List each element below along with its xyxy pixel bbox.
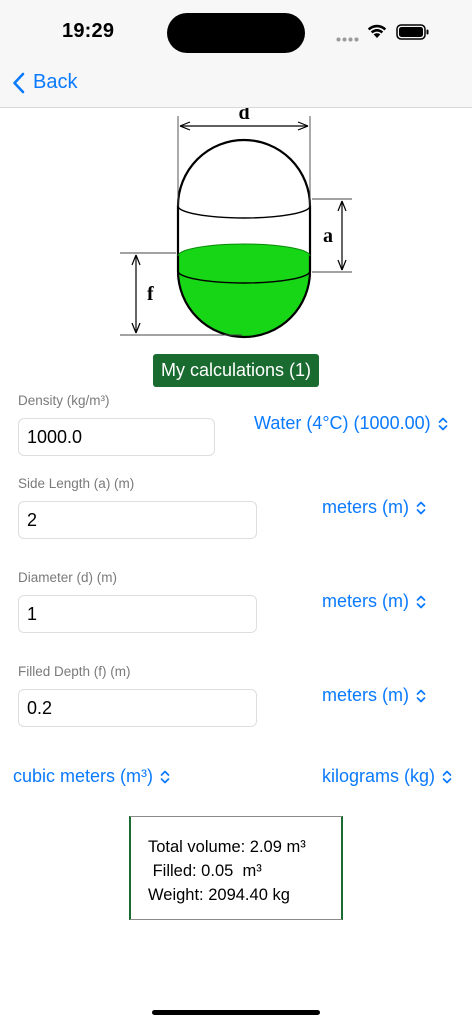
filled-volume-result: Filled: 0.05 m³ bbox=[148, 862, 262, 880]
side-length-unit-select[interactable]: meters (m) bbox=[322, 497, 426, 518]
wifi-icon bbox=[367, 24, 387, 38]
back-label: Back bbox=[33, 71, 78, 93]
side-length-unit-label: meters (m) bbox=[322, 497, 409, 517]
diameter-unit-label: meters (m) bbox=[322, 591, 409, 611]
results-box: Total volume: 2.09 m³ Filled: 0.05 m³ We… bbox=[129, 816, 343, 920]
volume-unit-select[interactable]: cubic meters (m³) bbox=[13, 766, 170, 787]
navigation-bar: Back bbox=[0, 62, 472, 108]
liquid-fill bbox=[178, 244, 310, 337]
home-indicator bbox=[152, 1010, 320, 1015]
density-input[interactable]: 1000.0 bbox=[18, 418, 215, 456]
battery-icon bbox=[396, 24, 429, 40]
diameter-unit-select[interactable]: meters (m) bbox=[322, 591, 426, 612]
diameter-input[interactable]: 1 bbox=[18, 595, 257, 633]
density-unit-label: Water (4°C) (1000.00) bbox=[254, 413, 431, 433]
weight-unit-label: kilograms (kg) bbox=[322, 766, 436, 786]
status-time: 19:29 bbox=[62, 20, 115, 42]
capsule-tank-diagram: d a f bbox=[120, 108, 352, 339]
weight-unit-select[interactable]: kilograms (kg) bbox=[322, 766, 452, 787]
filled-depth-unit-select[interactable]: meters (m) bbox=[322, 685, 426, 706]
label-a: a bbox=[323, 225, 333, 247]
chevron-up-down-icon bbox=[160, 770, 170, 783]
cellular-signal-icon bbox=[336, 37, 359, 42]
total-volume-result: Total volume: 2.09 m³ bbox=[148, 838, 306, 856]
upper-seam bbox=[177, 205, 311, 219]
density-label: Density (kg/m³) bbox=[18, 393, 110, 408]
chevron-up-down-icon bbox=[416, 689, 426, 702]
chevron-left-icon bbox=[13, 72, 25, 93]
volume-unit-label: cubic meters (m³) bbox=[13, 766, 154, 786]
chevron-up-down-icon bbox=[438, 417, 447, 430]
back-button[interactable]: Back bbox=[12, 71, 77, 94]
dynamic-island bbox=[167, 13, 305, 53]
my-calculations-button[interactable]: My calculations (1) bbox=[153, 354, 319, 387]
chevron-up-down-icon bbox=[416, 595, 426, 608]
side-length-label: Side Length (a) (m) bbox=[18, 476, 135, 491]
side-length-input[interactable]: 2 bbox=[18, 501, 257, 539]
label-d: d bbox=[238, 108, 249, 124]
chevron-up-down-icon bbox=[442, 770, 452, 783]
label-f: f bbox=[147, 283, 154, 305]
chevron-up-down-icon bbox=[416, 501, 426, 514]
filled-depth-input[interactable]: 0.2 bbox=[18, 689, 257, 727]
density-unit-select[interactable]: Water (4°C) (1000.00) bbox=[254, 413, 448, 434]
weight-result: Weight: 2094.40 kg bbox=[148, 886, 290, 904]
status-bar: 19:29 bbox=[0, 0, 472, 62]
filled-depth-unit-label: meters (m) bbox=[322, 685, 409, 705]
filled-depth-label: Filled Depth (f) (m) bbox=[18, 664, 131, 679]
diameter-label: Diameter (d) (m) bbox=[18, 570, 118, 585]
